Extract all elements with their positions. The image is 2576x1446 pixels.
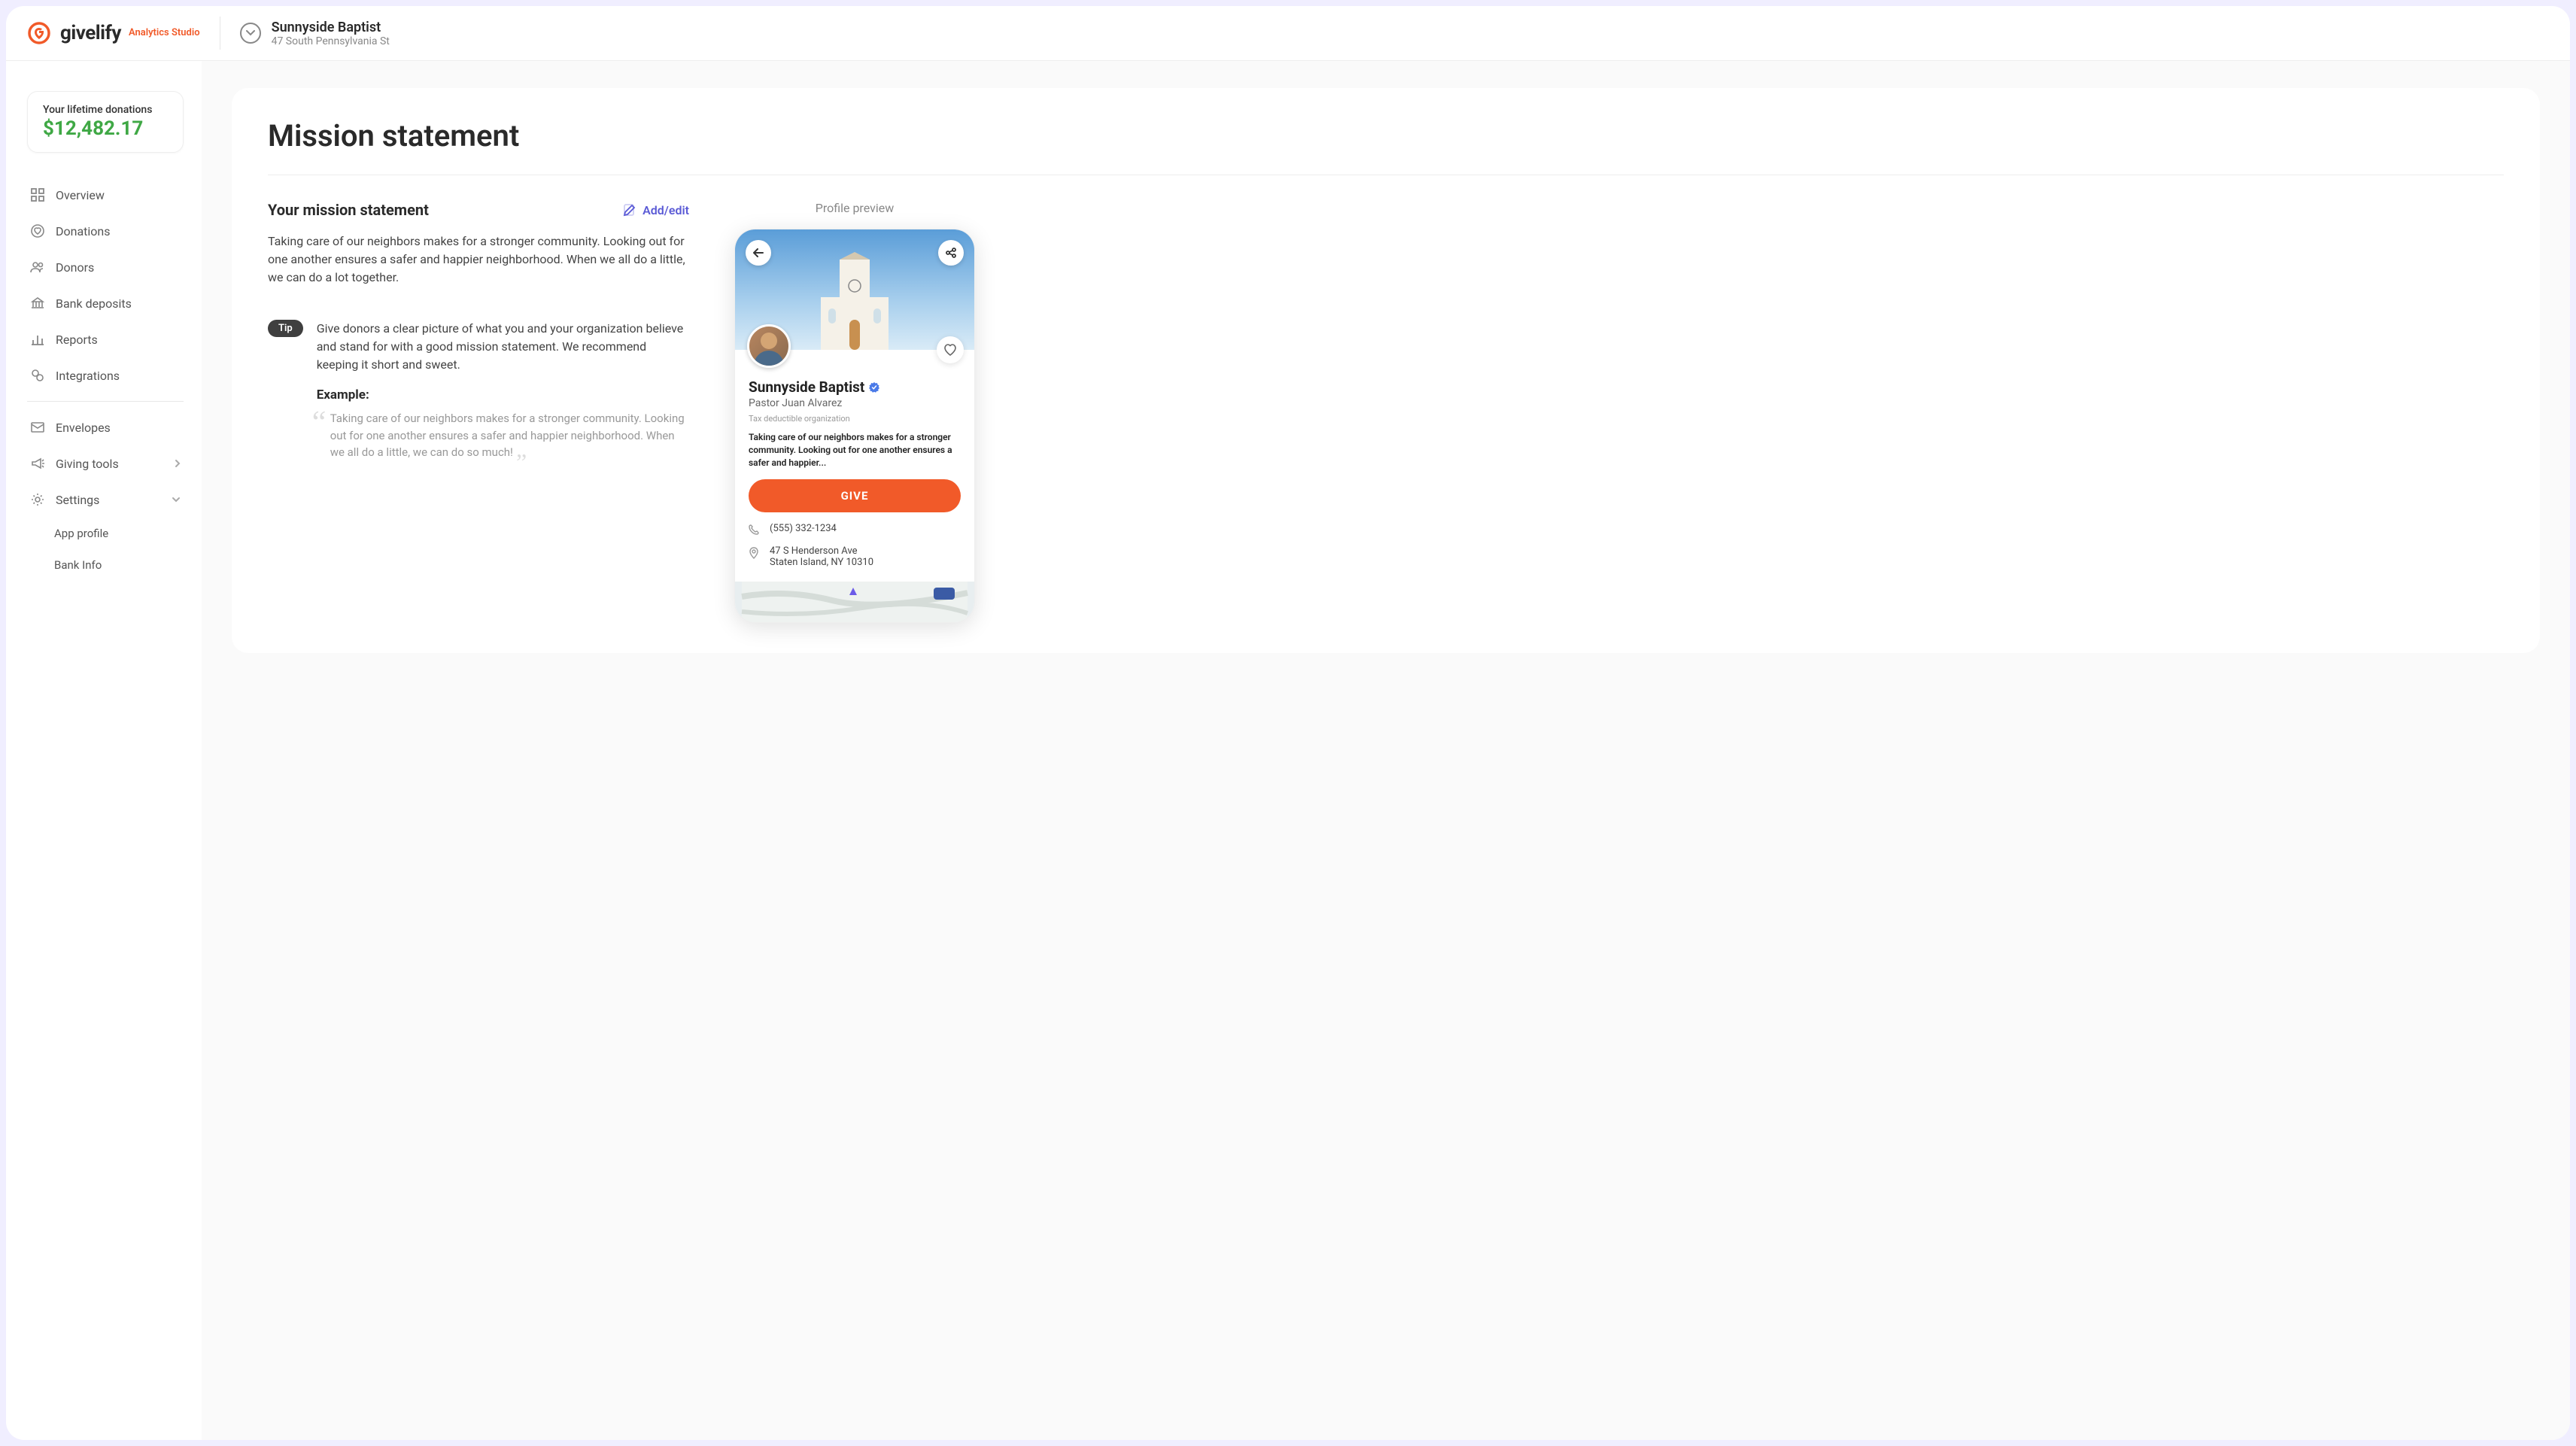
profile-preview-card: Sunnyside Baptist Pastor Juan Alvarez Ta… xyxy=(734,229,975,623)
preview-address-line1: 47 S Henderson Ave xyxy=(770,545,873,557)
mission-statement-text: Taking care of our neighbors makes for a… xyxy=(268,232,689,287)
sidebar-item-label: Reports xyxy=(56,333,98,347)
sidebar-item-label: Settings xyxy=(56,493,99,507)
lifetime-donations-card[interactable]: Your lifetime donations $12,482.17 xyxy=(27,91,184,153)
sidebar-item-donors[interactable]: Donors xyxy=(27,249,184,285)
org-name: Sunnyside Baptist xyxy=(272,20,390,35)
gear-icon xyxy=(30,492,45,507)
divider xyxy=(27,401,184,402)
sidebar-item-settings[interactable]: Settings xyxy=(27,481,184,518)
envelope-icon xyxy=(30,420,45,435)
example-label: Example: xyxy=(317,387,689,403)
preview-mission-text: Taking care of our neighbors makes for a… xyxy=(749,431,961,469)
preview-phone: (555) 332-1234 xyxy=(770,523,837,534)
edit-icon xyxy=(623,203,636,217)
people-icon xyxy=(30,260,45,275)
preview-phone-row[interactable]: (555) 332-1234 xyxy=(749,523,961,535)
megaphone-icon xyxy=(30,456,45,471)
sidebar-item-label: Overview xyxy=(56,188,105,202)
lifetime-label: Your lifetime donations xyxy=(43,104,168,116)
preview-org-name: Sunnyside Baptist xyxy=(749,378,864,396)
sidebar-subitem-app-profile[interactable]: App profile xyxy=(51,518,184,549)
tip-badge: Tip xyxy=(268,320,303,337)
share-button[interactable] xyxy=(938,240,964,266)
section-title: Your mission statement xyxy=(268,201,429,219)
sidebar-item-envelopes[interactable]: Envelopes xyxy=(27,409,184,445)
map-preview[interactable] xyxy=(735,582,974,622)
studio-label: Analytics Studio xyxy=(129,27,200,39)
sidebar-item-integrations[interactable]: Integrations xyxy=(27,357,184,393)
brand-logo[interactable]: givelify Analytics Studio xyxy=(27,21,200,45)
preview-tax-status: Tax deductible organization xyxy=(749,414,961,424)
avatar xyxy=(747,324,791,368)
location-icon xyxy=(749,547,761,559)
bar-chart-icon xyxy=(30,332,45,347)
page-title: Mission statement xyxy=(268,118,2504,175)
sidebar-item-label: Bank deposits xyxy=(56,296,132,311)
sidebar-item-label: Giving tools xyxy=(56,457,119,471)
sidebar-item-giving-tools[interactable]: Giving tools xyxy=(27,445,184,481)
map-icon xyxy=(735,582,974,622)
grid-icon xyxy=(30,187,45,202)
topbar: givelify Analytics Studio Sunnyside Bapt… xyxy=(6,6,2570,61)
preview-address-row[interactable]: 47 S Henderson Ave Staten Island, NY 103… xyxy=(749,545,961,568)
chevron-down-icon xyxy=(240,23,261,44)
org-address: 47 South Pennsylvania St xyxy=(272,35,390,47)
chevron-down-icon xyxy=(172,497,181,503)
sidebar-item-reports[interactable]: Reports xyxy=(27,321,184,357)
quote-open-icon: “ xyxy=(312,399,327,447)
add-edit-label: Add/edit xyxy=(642,203,689,217)
give-button[interactable]: GIVE xyxy=(749,479,961,512)
heart-icon xyxy=(943,344,957,356)
link-icon xyxy=(30,368,45,383)
brand-name: givelify xyxy=(60,22,121,44)
main-content: Mission statement Your mission statement… xyxy=(202,61,2570,1440)
sidebar: Your lifetime donations $12,482.17 Overv… xyxy=(6,61,202,1440)
add-edit-button[interactable]: Add/edit xyxy=(623,203,689,217)
lifetime-amount: $12,482.17 xyxy=(43,117,168,140)
church-illustration xyxy=(798,252,911,350)
sidebar-item-label: Integrations xyxy=(56,369,120,383)
favorite-button[interactable] xyxy=(937,336,964,363)
sidebar-subitem-bank-info[interactable]: Bank Info xyxy=(51,549,184,581)
preview-leader: Pastor Juan Alvarez xyxy=(749,397,961,409)
heart-circle-icon xyxy=(30,223,45,238)
sidebar-item-label: Envelopes xyxy=(56,421,111,435)
arrow-left-icon xyxy=(753,248,764,257)
sidebar-item-overview[interactable]: Overview xyxy=(27,177,184,213)
org-selector[interactable]: Sunnyside Baptist 47 South Pennsylvania … xyxy=(240,20,390,47)
chevron-right-icon xyxy=(175,459,181,468)
sidebar-item-label: Donations xyxy=(56,224,111,238)
share-icon xyxy=(945,247,957,259)
profile-preview-label: Profile preview xyxy=(734,201,975,215)
bank-icon xyxy=(30,296,45,311)
preview-address-line2: Staten Island, NY 10310 xyxy=(770,557,873,568)
quote-close-icon: ” xyxy=(516,444,527,480)
phone-icon xyxy=(749,524,761,535)
example-quote: “ Taking care of our neighbors makes for… xyxy=(317,410,689,461)
back-button[interactable] xyxy=(746,240,771,266)
sidebar-item-bank-deposits[interactable]: Bank deposits xyxy=(27,285,184,321)
givelify-logo-icon xyxy=(27,21,51,45)
sidebar-item-donations[interactable]: Donations xyxy=(27,213,184,249)
verified-badge-icon xyxy=(869,382,879,393)
sidebar-item-label: Donors xyxy=(56,260,94,275)
tip-text: Give donors a clear picture of what you … xyxy=(317,320,689,374)
